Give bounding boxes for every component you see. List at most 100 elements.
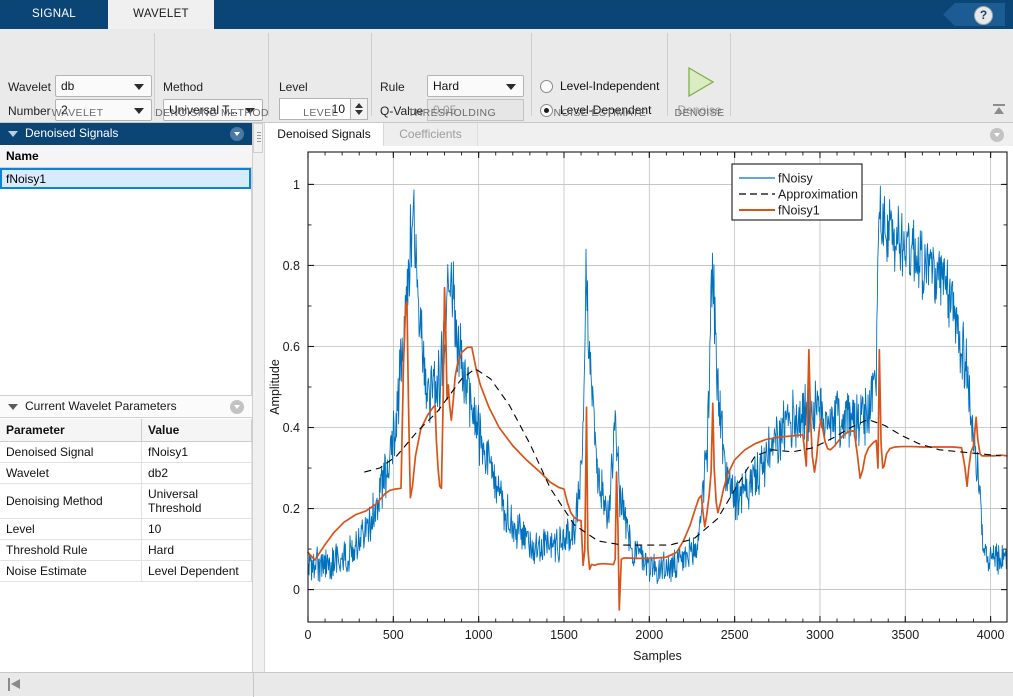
group-divider — [730, 33, 731, 116]
ribbon-group-denoising-method: Method Universal T... DENOISING METHOD — [155, 29, 269, 122]
denoised-signals-chart: 0500100015002000250030003500400000.20.40… — [265, 146, 1013, 672]
svg-text:3000: 3000 — [806, 628, 834, 642]
denoised-signals-panel: Denoised Signals Name fNoisy1 — [0, 123, 253, 395]
tab-signal-denoiser[interactable]: SIGNAL DENOISER — [0, 0, 108, 29]
svg-text:4000: 4000 — [977, 628, 1005, 642]
wavelet-parameters-panel: Current Wavelet Parameters Parameter Val… — [0, 395, 253, 672]
status-divider — [253, 673, 254, 697]
svg-text:3500: 3500 — [891, 628, 919, 642]
signals-column-name: Name — [6, 149, 39, 163]
collapse-ribbon-button[interactable] — [991, 102, 1007, 118]
signals-column-header: Name — [0, 145, 252, 168]
app-window: SIGNAL DENOISER WAVELET ? Wavelet db Num… — [0, 0, 1013, 696]
restore-panel-icon[interactable] — [8, 678, 22, 691]
svg-text:fNoisy: fNoisy — [778, 172, 813, 186]
row-parameter: Denoised Signal — [0, 442, 142, 463]
ribbon-group-label-wavelet: WAVELET — [0, 107, 155, 119]
tab-wavelet[interactable]: WAVELET — [108, 0, 214, 29]
svg-text:Samples: Samples — [633, 649, 682, 663]
row-value: fNoisy1 — [142, 442, 252, 463]
document-options-icon[interactable] — [990, 128, 1004, 142]
panel-options-icon[interactable] — [230, 127, 244, 141]
ribbon-group-denoise: Denoise DENOISE — [668, 29, 731, 122]
threshold-rule-value: Hard — [433, 79, 459, 93]
denoised-signals-title: Denoised Signals — [25, 126, 118, 140]
svg-text:0.6: 0.6 — [283, 340, 300, 354]
tab-denoised-signals[interactable]: Denoised Signals — [264, 123, 384, 146]
tab-coefficients[interactable]: Coefficients — [384, 123, 478, 146]
method-label: Method — [163, 80, 203, 94]
table-header-row: Parameter Value — [0, 419, 252, 442]
list-item-label: fNoisy1 — [6, 172, 46, 186]
svg-text:0: 0 — [305, 628, 312, 642]
row-value: db2 — [142, 463, 252, 484]
row-parameter: Noise Estimate — [0, 561, 142, 582]
chevron-down-icon — [506, 84, 516, 90]
svg-text:2500: 2500 — [721, 628, 749, 642]
wavelet-parameters-table: Parameter Value Denoised Signal fNoisy1 … — [0, 419, 252, 582]
denoised-signals-header: Denoised Signals — [0, 123, 252, 145]
ribbon-group-label-level: LEVEL — [269, 107, 372, 119]
play-icon — [683, 65, 717, 99]
row-parameter: Wavelet — [0, 463, 142, 484]
rule-label: Rule — [380, 80, 405, 94]
svg-text:Amplitude: Amplitude — [268, 359, 282, 415]
status-bar — [0, 672, 1013, 696]
ribbon-group-label-denoising-method: DENOISING METHOD — [155, 107, 269, 119]
threshold-rule-select[interactable]: Hard — [427, 75, 524, 97]
svg-text:Approximation: Approximation — [778, 188, 858, 202]
ribbon-group-level: Level 10 LEVEL — [269, 29, 372, 122]
row-value: Level Dependent — [142, 561, 252, 582]
chart-canvas: 0500100015002000250030003500400000.20.40… — [264, 146, 1013, 672]
dock-resize-grip[interactable] — [253, 123, 263, 153]
ribbon: Wavelet db Number 2 WAVELET Method Unive… — [0, 29, 1013, 123]
row-parameter: Threshold Rule — [0, 540, 142, 561]
ribbon-group-wavelet: Wavelet db Number 2 WAVELET — [0, 29, 155, 122]
wavelet-family-value: db — [61, 79, 74, 93]
table-row[interactable]: Denoised Signal fNoisy1 — [0, 442, 252, 463]
svg-text:1500: 1500 — [550, 628, 578, 642]
table-row[interactable]: Level 10 — [0, 519, 252, 540]
table-row[interactable]: Threshold Rule Hard — [0, 540, 252, 561]
svg-text:2000: 2000 — [635, 628, 663, 642]
svg-text:fNoisy1: fNoisy1 — [778, 204, 820, 218]
radio-level-independent-label: Level-Independent — [560, 79, 659, 93]
level-label: Level — [279, 80, 308, 94]
table-row[interactable]: Wavelet db2 — [0, 463, 252, 484]
ribbon-tabstrip: SIGNAL DENOISER WAVELET ? — [0, 0, 1013, 29]
svg-text:1000: 1000 — [465, 628, 493, 642]
column-value: Value — [142, 419, 252, 442]
wavelet-parameters-header: Current Wavelet Parameters — [0, 396, 252, 418]
ribbon-group-label-noise-estimate: NOISE ESTIMATE — [532, 107, 668, 119]
svg-text:1: 1 — [293, 178, 300, 192]
wavelet-parameters-title: Current Wavelet Parameters — [25, 399, 177, 413]
help-icon: ? — [974, 6, 993, 25]
table-row[interactable]: Noise Estimate Level Dependent — [0, 561, 252, 582]
panel-options-icon[interactable] — [230, 400, 244, 414]
row-value: Universal Threshold — [142, 484, 252, 519]
ribbon-group-noise-estimate: Level-Independent Level-Dependent NOISE … — [532, 29, 668, 122]
row-parameter: Denoising Method — [0, 484, 142, 519]
list-item[interactable]: fNoisy1 — [0, 168, 251, 189]
collapse-triangle-icon[interactable] — [8, 131, 18, 137]
ribbon-group-label-thresholding: THRESHOLDING — [372, 107, 532, 119]
row-value: 10 — [142, 519, 252, 540]
row-parameter: Level — [0, 519, 142, 540]
table-row[interactable]: Denoising Method Universal Threshold — [0, 484, 252, 519]
ribbon-group-label-denoise: DENOISE — [668, 107, 731, 119]
ribbon-group-thresholding: Rule Hard Q-Value 0.05 THRESHOLDING — [372, 29, 532, 122]
wavelet-family-select[interactable]: db — [55, 75, 152, 97]
signals-list: fNoisy1 — [0, 168, 252, 395]
svg-text:0.2: 0.2 — [283, 502, 300, 516]
wavelet-label: Wavelet — [8, 80, 51, 94]
svg-text:0.8: 0.8 — [283, 259, 300, 273]
column-parameter: Parameter — [0, 419, 142, 442]
row-value: Hard — [142, 540, 252, 561]
svg-text:0: 0 — [293, 583, 300, 597]
radio-indicator — [540, 80, 553, 93]
collapse-triangle-icon[interactable] — [8, 404, 18, 410]
help-button[interactable]: ? — [943, 3, 1005, 26]
chevron-down-icon — [134, 84, 144, 90]
svg-text:0.4: 0.4 — [283, 421, 300, 435]
document-tabstrip: Denoised Signals Coefficients — [264, 123, 1013, 146]
